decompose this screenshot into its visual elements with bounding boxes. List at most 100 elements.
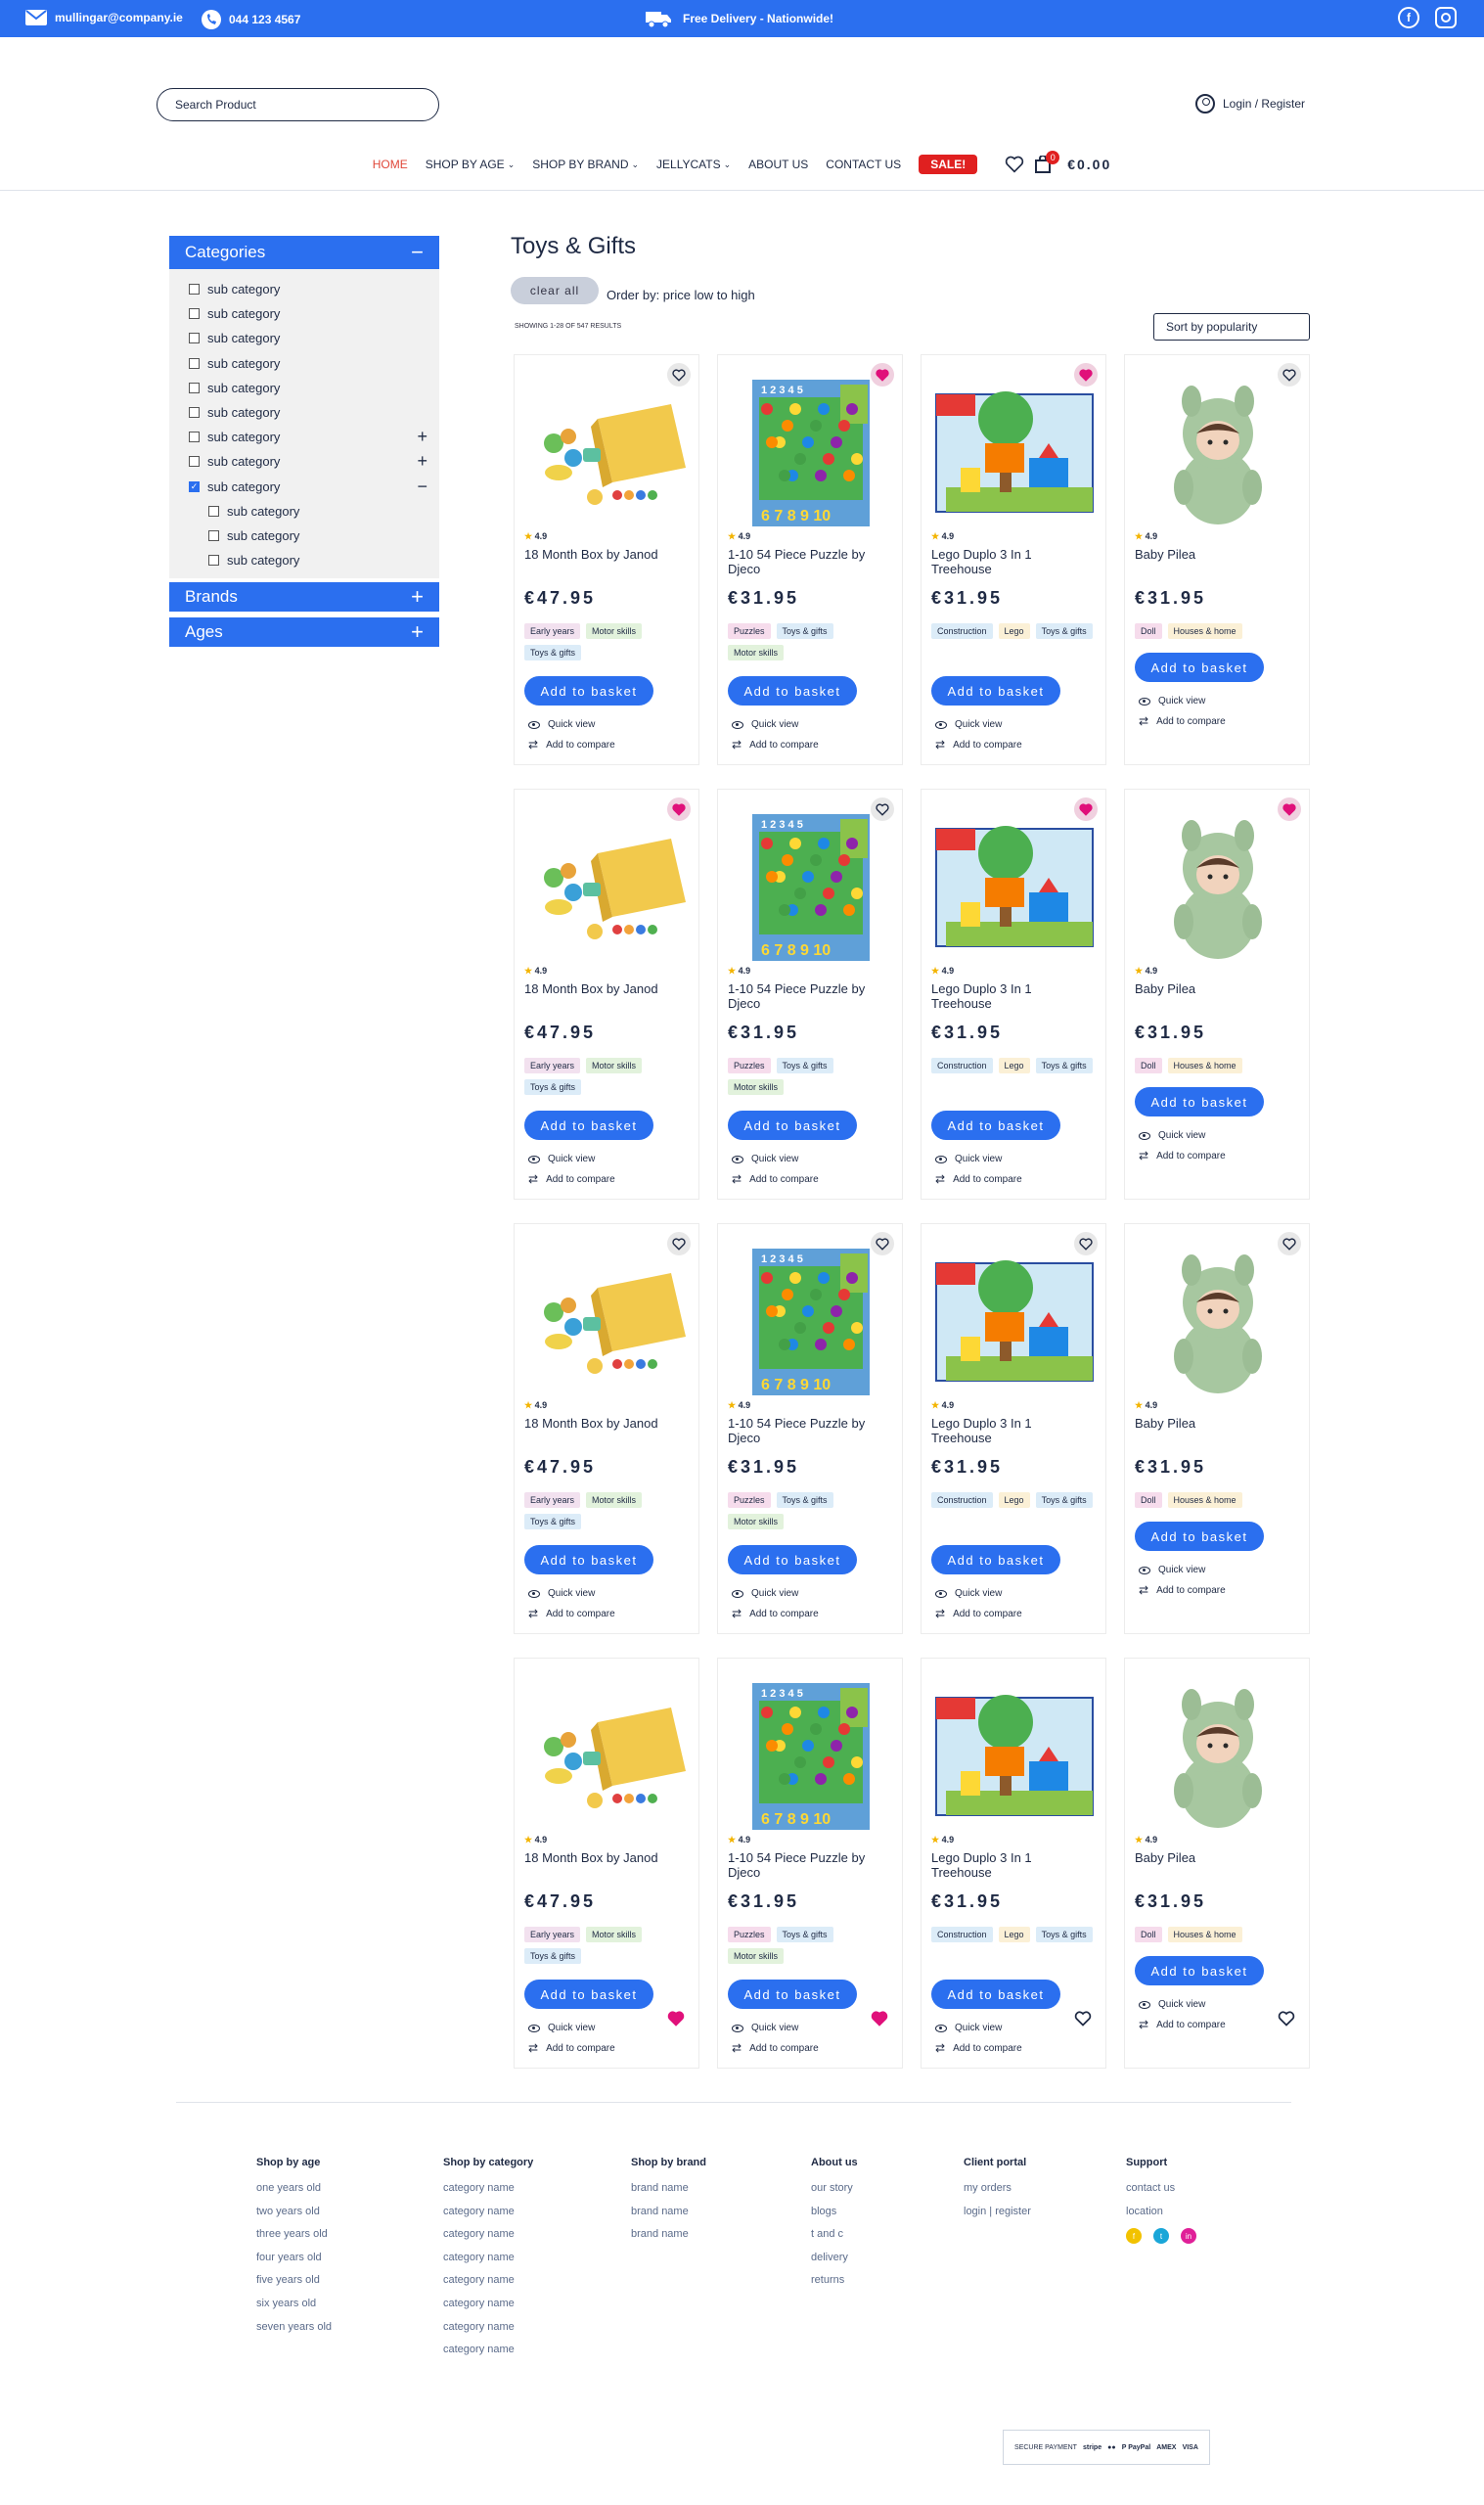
favourite-heart-icon[interactable] (1074, 2011, 1092, 2027)
product-card[interactable]: ★ 4.9 18 Month Box by Janod €47.95 Early ye… (514, 789, 699, 1200)
product-card[interactable]: ★ 4.9 Lego Duplo 3 In 1 Treehouse €31.95 Co… (921, 789, 1106, 1200)
add-to-basket-button[interactable]: Add to basket (524, 1545, 653, 1574)
category-row[interactable]: sub category (169, 400, 439, 425)
category-row[interactable]: ✓ sub category − (169, 475, 439, 499)
category-checkbox[interactable] (189, 357, 200, 369)
add-to-compare-link[interactable]: ⇄ Add to compare (732, 738, 819, 752)
product-tag[interactable]: Toys & gifts (524, 1079, 582, 1095)
footer-link[interactable]: category name (443, 2344, 533, 2355)
category-checkbox[interactable] (189, 284, 200, 296)
product-tag[interactable]: Houses & home (1167, 1058, 1242, 1073)
product-image-frame[interactable] (931, 809, 1098, 966)
product-tag[interactable]: Toys & gifts (524, 645, 582, 660)
add-to-compare-link[interactable]: ⇄ Add to compare (528, 2041, 615, 2055)
product-image-frame[interactable] (1135, 809, 1301, 966)
quick-view-link[interactable]: Quick view (935, 719, 1002, 730)
product-image-frame[interactable] (931, 1244, 1098, 1400)
product-tag[interactable]: Toys & gifts (776, 1492, 833, 1508)
favourite-heart-icon[interactable] (667, 2011, 685, 2027)
add-to-basket-button[interactable]: Add to basket (728, 676, 857, 706)
product-tag[interactable]: Lego (998, 623, 1030, 639)
subcategory-row[interactable]: sub category (169, 499, 439, 524)
product-tag[interactable]: Puzzles (728, 1492, 771, 1508)
product-card[interactable]: ★ 4.9 Baby Pilea €31.95 Doll Houses & home Ad… (1124, 1658, 1310, 2069)
footer-link[interactable]: category name (443, 2321, 533, 2333)
footer-link[interactable]: three years old (256, 2228, 332, 2240)
add-to-basket-button[interactable]: Add to basket (1135, 653, 1264, 682)
expand-icon[interactable]: + (411, 619, 424, 645)
add-to-basket-button[interactable]: Add to basket (728, 1545, 857, 1574)
footer-link[interactable]: five years old (256, 2274, 332, 2286)
add-to-compare-link[interactable]: ⇄ Add to compare (732, 1172, 819, 1186)
quick-view-link[interactable]: Quick view (732, 1588, 798, 1599)
product-tag[interactable]: Motor skills (728, 1079, 785, 1095)
subcategory-checkbox[interactable] (208, 529, 219, 541)
footer-link[interactable]: category name (443, 2298, 533, 2309)
product-tag[interactable]: Puzzles (728, 623, 771, 639)
product-tag[interactable]: Motor skills (586, 1927, 643, 1942)
add-to-compare-link[interactable]: ⇄ Add to compare (935, 1172, 1022, 1186)
product-tag[interactable]: Doll (1135, 1058, 1162, 1073)
product-tag[interactable]: Houses & home (1167, 1927, 1242, 1942)
cart-icon[interactable]: 0 (1034, 151, 1060, 173)
category-checkbox[interactable] (189, 308, 200, 320)
category-row[interactable]: sub category (169, 351, 439, 376)
product-name[interactable]: Lego Duplo 3 In 1 Treehouse (931, 1850, 1088, 1880)
add-to-basket-button[interactable]: Add to basket (931, 1111, 1060, 1140)
subcategory-row[interactable]: sub category (169, 548, 439, 572)
quick-view-link[interactable]: Quick view (1139, 1565, 1205, 1575)
product-tag[interactable]: Doll (1135, 623, 1162, 639)
footer-link[interactable]: category name (443, 2274, 533, 2286)
footer-link[interactable]: t and c (811, 2228, 858, 2240)
product-name[interactable]: 18 Month Box by Janod (524, 547, 681, 562)
product-image-frame[interactable]: 1 2 3 4 5 6 7 8 9 10 (728, 809, 894, 966)
product-card[interactable]: ★ 4.9 Lego Duplo 3 In 1 Treehouse €31.95 Co… (921, 1658, 1106, 2069)
subcategory-checkbox[interactable] (208, 505, 219, 517)
quick-view-link[interactable]: Quick view (1139, 1999, 1205, 2010)
nav-about-us[interactable]: ABOUT US (748, 158, 808, 171)
footer-link[interactable]: our story (811, 2182, 858, 2194)
footer-link[interactable]: six years old (256, 2298, 332, 2309)
product-tag[interactable]: Toys & gifts (1035, 623, 1093, 639)
product-card[interactable]: 1 2 3 4 5 6 7 8 9 10 ★ 4.9 1-10 54 Piece Pu… (717, 1658, 903, 2069)
product-card[interactable]: ★ 4.9 18 Month Box by Janod €47.95 Early ye… (514, 1223, 699, 1634)
wishlist-heart-icon[interactable] (1005, 156, 1024, 173)
product-card[interactable]: 1 2 3 4 5 6 7 8 9 10 ★ 4.9 1-10 54 Piece Pu… (717, 354, 903, 765)
sale-button[interactable]: SALE! (919, 155, 978, 174)
product-name[interactable]: Baby Pilea (1135, 547, 1291, 562)
product-name[interactable]: 18 Month Box by Janod (524, 981, 681, 996)
product-card[interactable]: ★ 4.9 18 Month Box by Janod €47.95 Early ye… (514, 354, 699, 765)
product-name[interactable]: Baby Pilea (1135, 1416, 1291, 1431)
add-to-basket-button[interactable]: Add to basket (931, 676, 1060, 706)
add-to-compare-link[interactable]: ⇄ Add to compare (935, 1607, 1022, 1620)
phone-contact[interactable]: 044 123 4567 (202, 10, 300, 29)
product-image-frame[interactable] (931, 1678, 1098, 1835)
category-row[interactable]: sub category + (169, 449, 439, 474)
quick-view-link[interactable]: Quick view (528, 719, 595, 730)
footer-link[interactable]: category name (443, 2252, 533, 2263)
product-tag[interactable]: Motor skills (586, 1492, 643, 1508)
sort-select[interactable]: Sort by popularity (1153, 313, 1310, 341)
category-row[interactable]: sub category (169, 376, 439, 400)
product-name[interactable]: 18 Month Box by Janod (524, 1416, 681, 1431)
quick-view-link[interactable]: Quick view (528, 1154, 595, 1164)
product-tag[interactable]: Motor skills (586, 623, 643, 639)
product-name[interactable]: 1-10 54 Piece Puzzle by Djeco (728, 1850, 884, 1880)
product-tag[interactable]: Lego (998, 1058, 1030, 1073)
product-card[interactable]: ★ 4.9 Lego Duplo 3 In 1 Treehouse €31.95 Co… (921, 1223, 1106, 1634)
product-card[interactable]: 1 2 3 4 5 6 7 8 9 10 ★ 4.9 1-10 54 Piece Pu… (717, 789, 903, 1200)
expand-icon[interactable]: + (417, 427, 427, 447)
add-to-compare-link[interactable]: ⇄ Add to compare (1139, 1149, 1226, 1162)
category-checkbox[interactable] (189, 407, 200, 419)
product-image-frame[interactable] (524, 1678, 691, 1835)
footer-link[interactable]: category name (443, 2228, 533, 2240)
favourite-heart-icon[interactable] (871, 2011, 888, 2027)
footer-link[interactable]: blogs (811, 2206, 858, 2217)
product-name[interactable]: Lego Duplo 3 In 1 Treehouse (931, 981, 1088, 1011)
product-name[interactable]: 18 Month Box by Janod (524, 1850, 681, 1865)
expand-icon[interactable]: + (411, 584, 424, 610)
footer-link[interactable]: brand name (631, 2228, 706, 2240)
product-tag[interactable]: Toys & gifts (1035, 1058, 1093, 1073)
add-to-basket-button[interactable]: Add to basket (931, 1545, 1060, 1574)
product-name[interactable]: Lego Duplo 3 In 1 Treehouse (931, 547, 1088, 576)
